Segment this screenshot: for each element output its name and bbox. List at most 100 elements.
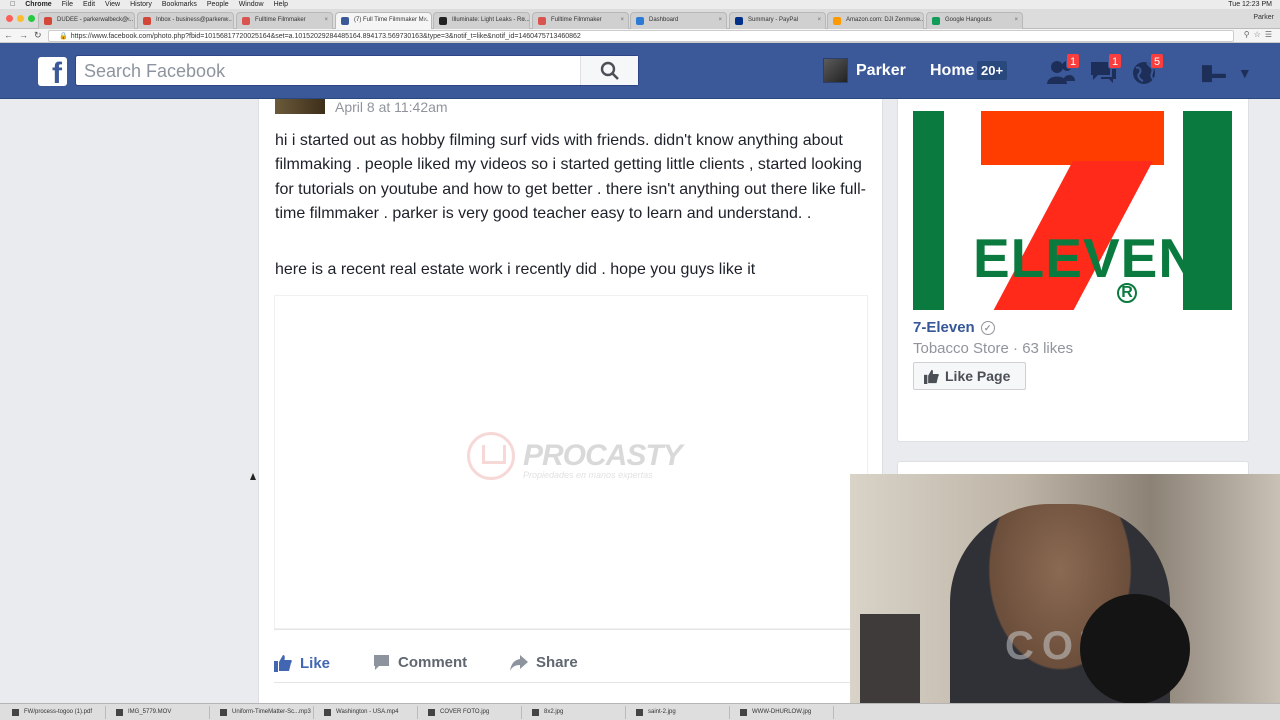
file-icon bbox=[12, 709, 19, 716]
watermark-tagline: Propiedades en manos expertas bbox=[523, 470, 653, 480]
browser-tab[interactable]: (7) Full Time Filmmaker M... × bbox=[335, 12, 432, 29]
browser-tab[interactable]: Dashboard × bbox=[630, 12, 727, 29]
file-icon bbox=[740, 709, 747, 716]
address-bar[interactable]: 🔒 https://www.facebook.com/photo.php?fbid… bbox=[48, 30, 1234, 42]
like-button[interactable]: Like bbox=[274, 654, 330, 672]
tab-close-icon[interactable]: × bbox=[521, 17, 525, 23]
back-icon[interactable]: ← bbox=[4, 30, 19, 40]
browser-tab[interactable]: Inbox - business@parkerw... × bbox=[137, 12, 234, 29]
download-item[interactable]: Washington - USA.mp4 bbox=[318, 706, 418, 719]
post-video[interactable]: PROCASTY Propiedades en manos expertas bbox=[274, 295, 868, 629]
menu-file[interactable]: File bbox=[62, 1, 73, 8]
home-link[interactable]: Home bbox=[930, 62, 974, 80]
download-item[interactable]: FW/process-togoo (1).pdf bbox=[6, 706, 106, 719]
zoom-icon[interactable]: ⚲ bbox=[1244, 30, 1254, 39]
forward-icon[interactable]: → bbox=[19, 30, 34, 40]
apple-icon[interactable]:  bbox=[10, 1, 15, 8]
close-window-button[interactable] bbox=[6, 15, 13, 22]
url-text: https://www.facebook.com/photo.php?fbid=… bbox=[70, 33, 581, 40]
menu-app-name[interactable]: Chrome bbox=[25, 1, 51, 8]
share-button[interactable]: Share bbox=[510, 654, 578, 671]
download-item[interactable]: COVER FOTO.jpg bbox=[422, 706, 522, 719]
star-icon[interactable]: ☆ bbox=[1254, 30, 1265, 39]
facebook-logo-icon[interactable]: f bbox=[38, 57, 67, 86]
zoom-window-button[interactable] bbox=[28, 15, 35, 22]
like-page-button[interactable]: Like Page bbox=[913, 362, 1026, 390]
messages-jewel[interactable]: 1 bbox=[1088, 53, 1122, 85]
menu-window[interactable]: Window bbox=[239, 1, 264, 8]
chevron-down-icon[interactable]: ▼ bbox=[1238, 65, 1252, 81]
friend-requests-jewel[interactable]: 1 bbox=[1046, 53, 1080, 85]
tab-favicon-icon bbox=[44, 17, 52, 25]
tab-favicon-icon bbox=[932, 17, 940, 25]
window-controls bbox=[6, 15, 35, 22]
menu-icon[interactable]: ☰ bbox=[1265, 30, 1276, 39]
watermark-brand: PROCASTY bbox=[523, 439, 683, 472]
post-author-avatar[interactable] bbox=[275, 99, 325, 114]
procasty-watermark: PROCASTY Propiedades en manos expertas bbox=[467, 432, 683, 480]
notifications-jewel[interactable]: 5 bbox=[1130, 53, 1164, 85]
download-label: FW/process-togoo (1).pdf bbox=[24, 709, 93, 715]
download-label: Washington - USA.mp4 bbox=[336, 709, 399, 715]
download-item[interactable]: IMG_5779.MOV bbox=[110, 706, 210, 719]
menu-history[interactable]: History bbox=[130, 1, 152, 8]
tab-close-icon[interactable]: × bbox=[324, 17, 328, 23]
browser-tab[interactable]: Fulltime Filmmaker × bbox=[532, 12, 629, 29]
privacy-shortcuts[interactable]: █▬ ▼ bbox=[1202, 65, 1252, 81]
comment-label: Comment bbox=[398, 654, 468, 671]
page-name-link[interactable]: 7-Eleven ✓ bbox=[913, 319, 995, 336]
browser-tab[interactable]: Google Hangouts × bbox=[926, 12, 1023, 29]
search-box bbox=[75, 55, 639, 86]
browser-tab[interactable]: DUDEE - parkerwalbeck@... × bbox=[38, 12, 135, 29]
download-item[interactable]: Uniform-TimeMatter-Sc...mp3 bbox=[214, 706, 314, 719]
house-icon bbox=[467, 432, 515, 480]
tab-close-icon[interactable]: × bbox=[817, 17, 821, 23]
page-logo[interactable]: ELEVEN R bbox=[913, 111, 1232, 310]
registered-mark-icon: R bbox=[1117, 283, 1137, 303]
profile-name[interactable]: Parker bbox=[1253, 14, 1274, 21]
mac-menubar:  Chrome File Edit View History Bookmark… bbox=[0, 0, 1280, 9]
menu-people[interactable]: People bbox=[207, 1, 229, 8]
browser-tab[interactable]: Summary - PayPal × bbox=[729, 12, 826, 29]
file-icon bbox=[116, 709, 123, 716]
browser-tools: ⚲☆☰ bbox=[1244, 30, 1276, 39]
post-text: hi i started out as hobby filming surf v… bbox=[275, 132, 866, 223]
download-item[interactable]: WWW-DHURLOW.jpg bbox=[734, 706, 834, 719]
comment-button[interactable]: Comment bbox=[373, 654, 467, 671]
tab-close-icon[interactable]: × bbox=[423, 17, 427, 23]
download-label: IMG_5779.MOV bbox=[128, 709, 172, 715]
search-icon bbox=[600, 61, 619, 80]
reload-icon[interactable]: ↻ bbox=[34, 30, 48, 40]
tab-close-icon[interactable]: × bbox=[718, 17, 722, 23]
lock-icon: 🔒 bbox=[59, 33, 68, 40]
browser-tab[interactable]: Fulltime Filmmaker × bbox=[236, 12, 333, 29]
verified-check-icon: ✓ bbox=[980, 320, 995, 335]
file-icon bbox=[636, 709, 643, 716]
menu-help[interactable]: Help bbox=[274, 1, 288, 8]
search-button[interactable] bbox=[580, 56, 638, 85]
menu-edit[interactable]: Edit bbox=[83, 1, 95, 8]
search-input[interactable] bbox=[84, 60, 574, 82]
minimize-window-button[interactable] bbox=[17, 15, 24, 22]
tab-label: Summary - PayPal bbox=[748, 17, 799, 23]
menu-bookmarks[interactable]: Bookmarks bbox=[162, 1, 197, 8]
tab-favicon-icon bbox=[538, 17, 546, 25]
tab-label: Google Hangouts bbox=[945, 17, 992, 23]
tab-close-icon[interactable]: × bbox=[1014, 17, 1018, 23]
profile-link[interactable]: Parker bbox=[823, 58, 906, 83]
browser-tab[interactable]: Illuminate: Light Leaks - Ro... × bbox=[433, 12, 530, 29]
thumbs-up-icon bbox=[274, 655, 292, 672]
downloads-bar: FW/process-togoo (1).pdf IMG_5779.MOV Unif… bbox=[0, 703, 1280, 720]
tab-favicon-icon bbox=[242, 17, 250, 25]
download-item[interactable]: saint-2.jpg bbox=[630, 706, 730, 719]
menu-view[interactable]: View bbox=[105, 1, 120, 8]
tab-close-icon[interactable]: × bbox=[126, 17, 130, 23]
tab-close-icon[interactable]: × bbox=[915, 17, 919, 23]
tab-close-icon[interactable]: × bbox=[620, 17, 624, 23]
download-item[interactable]: 8x2.jpg bbox=[526, 706, 626, 719]
tab-close-icon[interactable]: × bbox=[225, 17, 229, 23]
nav-buttons: ←→↻ bbox=[4, 30, 48, 41]
menubar-clock[interactable]: Tue 12:23 PM bbox=[1228, 1, 1272, 8]
post-timestamp[interactable]: April 8 at 11:42am bbox=[335, 99, 448, 115]
browser-tab[interactable]: Amazon.com: DJI Zenmuse... × bbox=[827, 12, 924, 29]
